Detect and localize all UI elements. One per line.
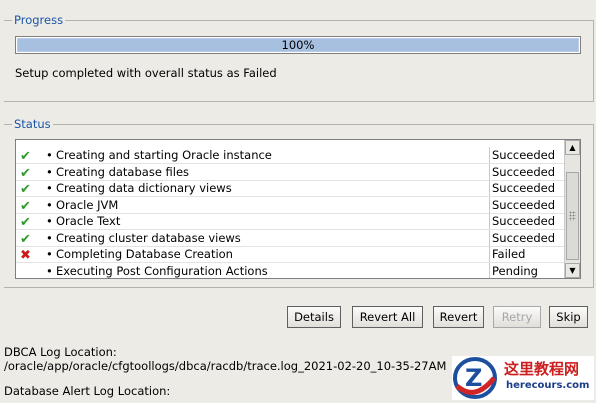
success-check-icon: ✔: [20, 182, 31, 197]
progress-group: Progress 100% Setup completed with overa…: [4, 13, 594, 102]
bullet-icon: •: [46, 214, 53, 228]
progress-legend: Progress: [12, 13, 66, 27]
bullet-icon: •: [46, 181, 53, 195]
step-description-text: Creating and starting Oracle instance: [56, 148, 272, 162]
step-description-text: Completing Database Creation: [56, 247, 233, 261]
scroll-down-arrow-icon[interactable]: ▼: [565, 263, 580, 278]
watermark-title: 这里教程网: [504, 360, 580, 378]
empty-status-icon: [20, 264, 34, 278]
scroll-up-arrow-icon[interactable]: ▲: [565, 140, 580, 155]
bullet-icon: •: [46, 263, 53, 278]
bullet-icon: •: [46, 247, 53, 261]
bullet-icon: •: [46, 148, 53, 162]
step-status: Failed: [489, 246, 525, 262]
bullet-icon: •: [46, 164, 53, 179]
bullet-icon: •: [46, 197, 53, 212]
step-status: Succeeded: [489, 147, 555, 163]
table-row[interactable]: ✔ • Creating cluster database views Succeed…: [16, 229, 566, 247]
table-row[interactable]: ✔ • Creating database files Succeeded: [16, 163, 566, 181]
step-description-text: Oracle JVM: [56, 197, 119, 212]
success-check-icon: ✔: [20, 231, 31, 247]
progress-percent: 100%: [281, 38, 315, 52]
step-description: • Oracle Text: [46, 213, 120, 229]
step-description: • Executing Post Configuration Actions: [46, 263, 268, 279]
z-logo-icon: Z: [453, 357, 497, 399]
svg-text:Z: Z: [465, 364, 482, 392]
success-check-icon: ✔: [20, 165, 31, 181]
alert-log-label: Database Alert Log Location:: [4, 384, 171, 398]
step-description: • Completing Database Creation: [46, 246, 233, 262]
step-description: • Creating and starting Oracle instance: [46, 147, 272, 163]
step-status: Succeeded: [489, 196, 555, 213]
step-status: Succeeded: [489, 229, 555, 246]
progress-status-message: Setup completed with overall status as F…: [15, 66, 277, 80]
dbca-log-label: DBCA Log Location:: [4, 345, 117, 359]
step-description-text: Creating cluster database views: [56, 230, 241, 245]
step-description-text: Creating database files: [56, 164, 190, 179]
success-check-icon: ✔: [20, 198, 31, 214]
step-description: • Creating data dictionary views: [46, 180, 232, 196]
table-row[interactable]: ✔ • Creating data dictionary views Succeede…: [16, 180, 566, 197]
table-row[interactable]: ✔ • Oracle JVM Succeeded: [16, 196, 566, 214]
step-description-text: Creating data dictionary views: [56, 181, 232, 195]
table-row[interactable]: ✔ • Oracle Text Succeeded: [16, 213, 566, 230]
step-description: • Oracle JVM: [46, 197, 118, 213]
success-check-icon: ✔: [20, 215, 31, 230]
table-row[interactable]: ✔ • Creating and starting Oracle instance S…: [16, 147, 566, 164]
step-description: • Creating cluster database views: [46, 230, 241, 246]
step-status: Succeeded: [489, 213, 555, 229]
step-description: • Creating database files: [46, 164, 189, 180]
scroll-thumb[interactable]: [566, 172, 579, 260]
step-status: Pending: [489, 262, 538, 278]
step-description-text: Executing Post Configuration Actions: [56, 263, 268, 278]
table-row[interactable]: ✖ • Completing Database Creation Failed: [16, 246, 566, 263]
progress-bar: 100%: [15, 36, 581, 54]
revert-all-button[interactable]: Revert All: [352, 306, 423, 328]
skip-button[interactable]: Skip: [549, 306, 588, 328]
details-button[interactable]: Details: [287, 306, 341, 328]
failed-cross-icon: ✖: [20, 248, 31, 263]
step-status: Succeeded: [489, 180, 555, 196]
status-group: Status ✔ • Creating and starting Oracle in…: [4, 117, 594, 288]
step-status: Succeeded: [489, 163, 555, 180]
watermark-logo: Z 这里教程网 herecours.com: [452, 356, 594, 400]
retry-button[interactable]: Retry: [493, 306, 541, 328]
vertical-scrollbar[interactable]: ▲ ▼: [564, 140, 580, 278]
table-row[interactable]: • Executing Post Configuration Actions Pen…: [16, 262, 566, 279]
revert-button[interactable]: Revert: [433, 306, 484, 328]
bullet-icon: •: [46, 230, 53, 245]
watermark-url: herecours.com: [506, 380, 590, 391]
status-table[interactable]: ✔ • Creating and starting Oracle instance S…: [15, 139, 581, 279]
success-check-icon: ✔: [20, 149, 31, 164]
step-description-text: Oracle Text: [56, 214, 121, 228]
status-legend: Status: [12, 117, 53, 131]
dbca-log-path: /oracle/app/oracle/cfgtoollogs/dbca/racd…: [4, 359, 447, 373]
grip-icon: [569, 211, 576, 221]
